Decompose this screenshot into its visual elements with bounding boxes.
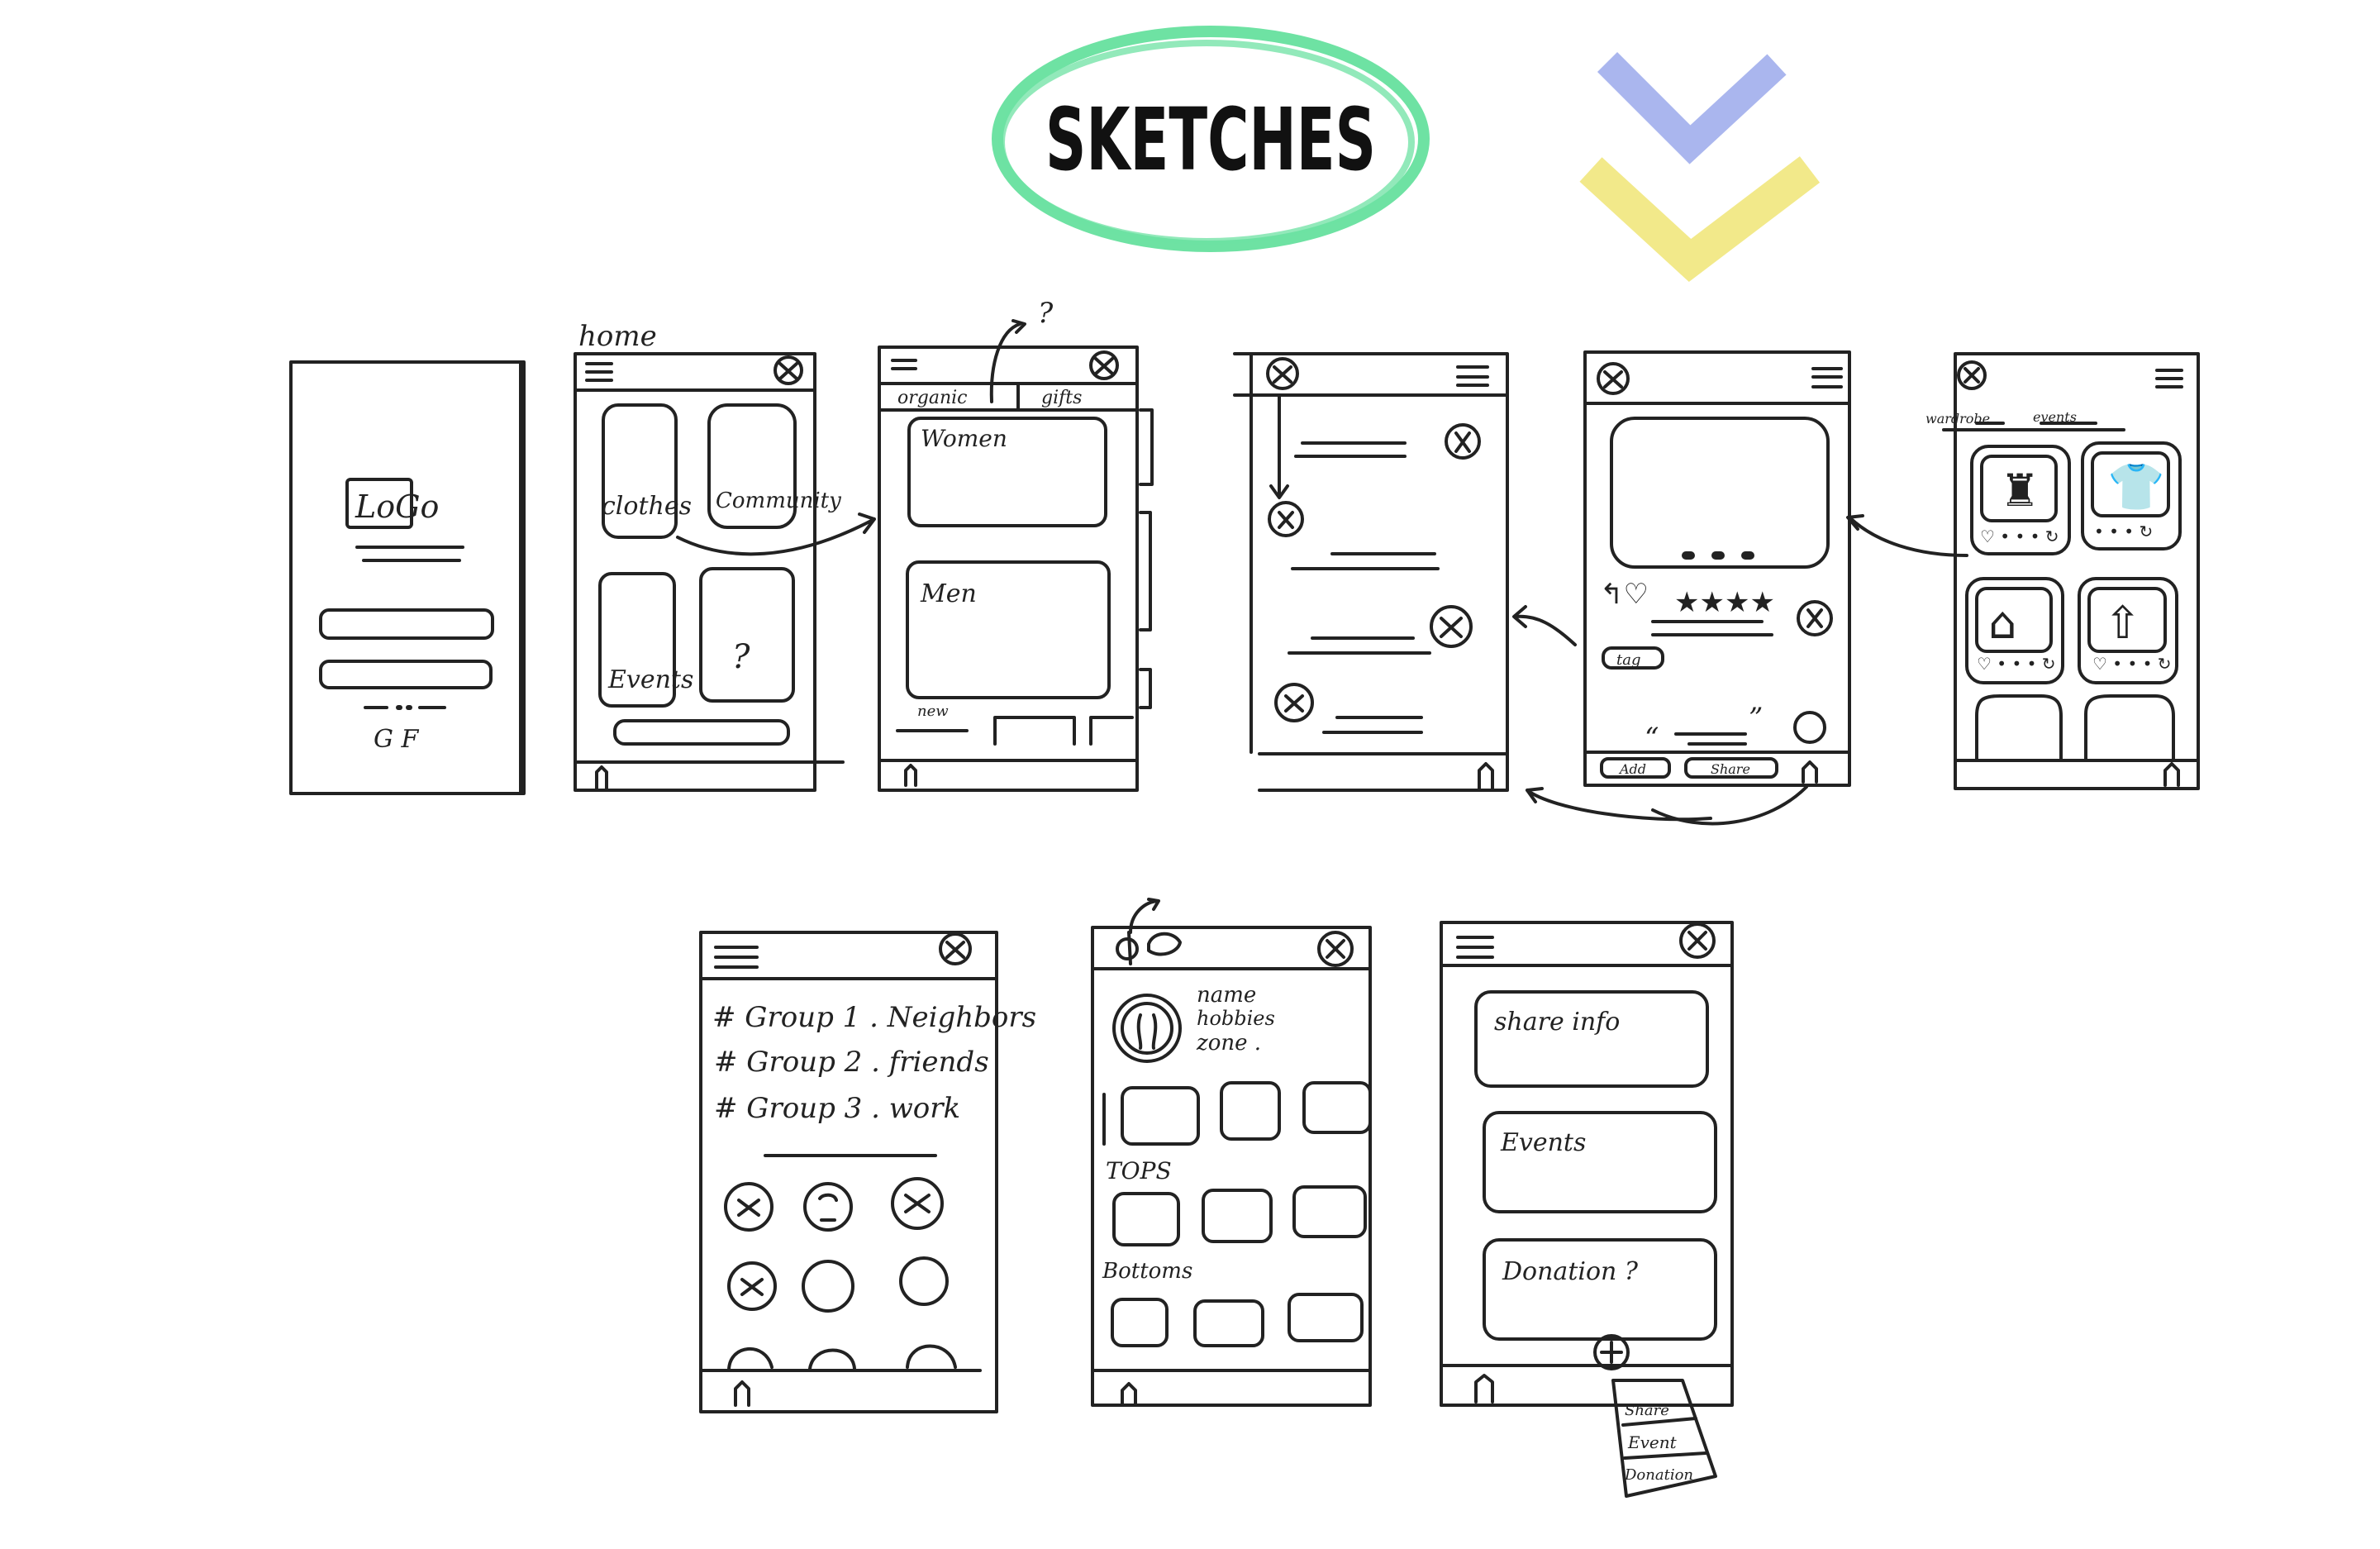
rating-stars-icon: ★★★★ <box>1674 586 1775 619</box>
like-count-icon: ♡ • • • ↻ <box>1980 527 2059 546</box>
sketch-board: SKETCHES LoGo G F home clothes Community… <box>289 26 2200 1498</box>
group-item[interactable]: # Group 1 . Neighbors <box>712 1001 1036 1034</box>
donation-label[interactable]: Donation ? <box>1502 1257 1639 1286</box>
like-count-icon: ♡ • • • ↻ <box>1977 654 2056 674</box>
quote-close: ” <box>1749 702 1763 735</box>
home-nav-icon[interactable] <box>595 765 608 790</box>
clothing-item-icon[interactable]: ⌂ <box>1988 597 2016 649</box>
hamburger-icon[interactable] <box>1456 365 1489 387</box>
svg-text:★★★★: ★★★★ <box>1674 586 1775 619</box>
section-tops-label: TOPS <box>1106 1157 1172 1184</box>
screen-wardrobe <box>1846 352 2200 790</box>
product-tag-label: tag <box>1616 651 1641 669</box>
menu-item-event[interactable]: Event <box>1627 1432 1678 1452</box>
profile-lock-icon[interactable] <box>1116 937 1139 960</box>
like-count-icon: ♡ • • • ↻ <box>2092 654 2172 674</box>
login-input-1[interactable] <box>319 608 494 640</box>
screen-home <box>574 352 845 792</box>
tile-clothes-label[interactable]: clothes <box>602 492 692 521</box>
avatar-icon[interactable] <box>1597 362 1630 395</box>
clothes-question-mark: ? <box>1038 297 1054 330</box>
chevron-bottom-icon <box>1579 156 1821 283</box>
avatar-icon[interactable] <box>1317 931 1354 967</box>
like-count-icon: • • • ↻ <box>2094 522 2153 541</box>
profile-info-line: hobbies <box>1197 1007 1275 1030</box>
menu-item-donation[interactable]: Donation <box>1624 1466 1693 1484</box>
group-item[interactable]: # Group 3 . work <box>714 1092 960 1125</box>
member-avatar-icon[interactable] <box>724 1177 957 1372</box>
tile-unknown-label[interactable]: ? <box>732 638 750 676</box>
hamburger-icon[interactable] <box>585 362 613 382</box>
logo-text: LoGo <box>355 489 439 525</box>
quote-open: “ <box>1645 722 1659 755</box>
seller-avatar-icon[interactable] <box>1797 600 1833 636</box>
hamburger-icon[interactable] <box>1456 936 1494 959</box>
avatar-icon[interactable] <box>774 355 803 385</box>
screen-profile <box>1091 898 1372 1407</box>
avatar-icon[interactable] <box>1957 360 1987 390</box>
events-card[interactable] <box>1483 1111 1717 1213</box>
avatar-icon[interactable] <box>1266 357 1299 390</box>
menu-item-share[interactable]: Share <box>1625 1402 1669 1419</box>
profile-info-line: name <box>1197 983 1256 1008</box>
avatar-icon[interactable] <box>1089 350 1119 380</box>
tab-events[interactable]: events <box>2033 409 2077 425</box>
events-label[interactable]: Events <box>1500 1128 1586 1157</box>
add-plus-icon[interactable] <box>1593 1334 1630 1370</box>
section-bottoms-label: Bottoms <box>1102 1259 1192 1284</box>
share-info-label[interactable]: share info <box>1494 1008 1620 1037</box>
home-page-label: home <box>578 320 657 353</box>
share-button-label[interactable]: Share <box>1711 761 1750 777</box>
card-men-label[interactable]: Men <box>920 579 977 608</box>
hamburger-icon[interactable] <box>1811 367 1843 388</box>
add-button-label[interactable]: Add <box>1618 761 1646 777</box>
clothing-item-icon[interactable]: 👕 <box>2107 460 2165 514</box>
tab-gifts[interactable]: gifts <box>1041 388 1082 408</box>
clothes-new-label: new <box>917 703 949 720</box>
share-info-card[interactable] <box>1474 990 1709 1088</box>
chat-avatar-icon <box>1268 423 1481 722</box>
clothing-item-icon[interactable]: ⇧ <box>2104 597 2141 649</box>
login-footer-text: G F <box>374 725 420 754</box>
sketches-title: SKETCHES <box>1045 89 1376 190</box>
tile-community-label[interactable]: Community <box>716 489 841 513</box>
tab-organic[interactable]: organic <box>897 388 968 408</box>
group-item[interactable]: # Group 2 . friends <box>714 1046 989 1079</box>
header: SKETCHES <box>992 26 1821 283</box>
share-like-icon[interactable]: ↰♡ <box>1600 578 1649 611</box>
avatar-icon[interactable] <box>939 932 972 965</box>
profile-info-line: zone . <box>1196 1031 1261 1056</box>
login-input-2[interactable] <box>319 660 493 689</box>
card-women-label[interactable]: Women <box>921 425 1007 452</box>
home-nav-icon[interactable] <box>904 764 917 787</box>
hamburger-icon[interactable] <box>891 359 917 370</box>
reviewer-avatar-icon <box>1793 711 1826 744</box>
avatar-icon[interactable] <box>1679 922 1716 959</box>
profile-avatar-icon[interactable] <box>1112 994 1182 1063</box>
chevron-top-icon <box>1597 51 1787 164</box>
clothing-item-icon[interactable]: ♜ <box>2000 465 2040 517</box>
screen-chat <box>1233 352 1509 792</box>
flow-arrow-home-to-clothes <box>676 512 876 556</box>
donation-card[interactable] <box>1483 1238 1717 1341</box>
flow-arrow-product-to-chat <box>1512 605 1577 646</box>
tab-wardrobe[interactable]: wardrobe <box>1925 411 1990 427</box>
tile-events-label[interactable]: Events <box>607 665 693 694</box>
hamburger-icon[interactable] <box>2155 369 2183 388</box>
hamburger-icon[interactable] <box>714 946 759 969</box>
